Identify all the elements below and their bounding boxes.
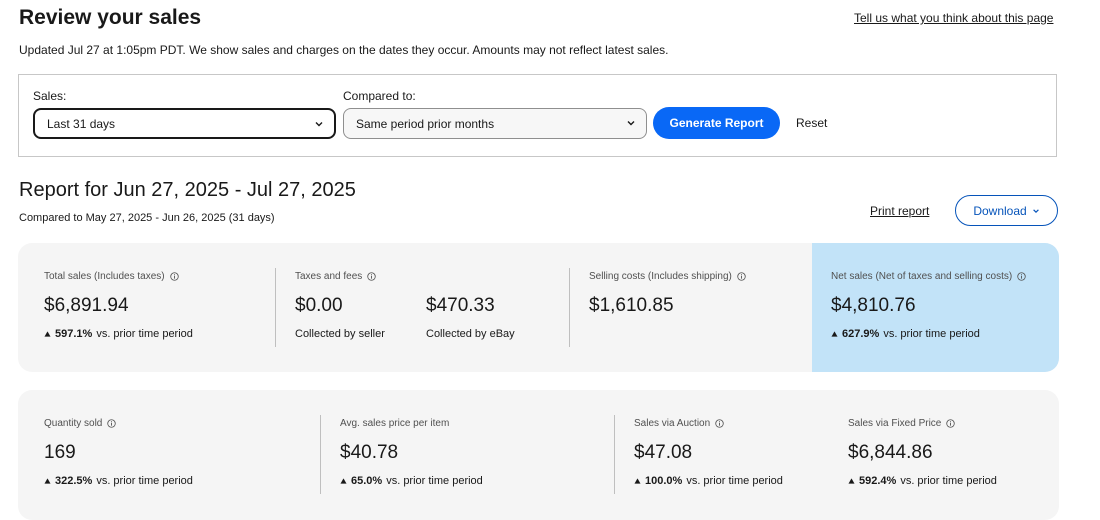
quantity-sold-change: 322.5% vs. prior time period: [44, 475, 193, 487]
up-triangle-icon: [634, 478, 641, 484]
total-sales-value: $6,891.94: [44, 295, 129, 316]
download-button[interactable]: Download: [955, 195, 1058, 226]
divider: [614, 415, 615, 494]
info-icon[interactable]: [946, 419, 956, 428]
auction-sales-change: 100.0% vs. prior time period: [634, 475, 783, 487]
generate-report-button[interactable]: Generate Report: [653, 107, 780, 139]
auction-sales-value: $47.08: [634, 442, 693, 463]
download-label: Download: [973, 203, 1027, 218]
reset-button[interactable]: Reset: [796, 116, 827, 130]
divider: [320, 415, 321, 494]
report-title: Report for Jun 27, 2025 - Jul 27, 2025: [19, 179, 356, 201]
compare-period-select[interactable]: Same period prior months: [343, 108, 647, 139]
up-triangle-icon: [44, 331, 51, 337]
seller-taxes-caption: Collected by seller: [295, 328, 385, 340]
divider: [569, 268, 570, 347]
print-report-link[interactable]: Print report: [870, 204, 929, 218]
fixed-price-sales-value: $6,844.86: [848, 442, 933, 463]
auction-sales-label: Sales via Auction: [634, 418, 724, 429]
info-icon[interactable]: [715, 419, 724, 428]
info-icon[interactable]: [107, 419, 117, 428]
net-sales-value: $4,810.76: [831, 295, 916, 316]
total-sales-label: Total sales (Includes taxes): [44, 271, 179, 282]
updated-note: Updated Jul 27 at 1:05pm PDT. We show sa…: [19, 43, 669, 57]
details-card: Quantity sold 169 322.5% vs. prior time …: [18, 390, 1059, 520]
page-title: Review your sales: [19, 6, 202, 29]
compared-range: Compared to May 27, 2025 - Jun 26, 2025 …: [19, 212, 275, 224]
info-icon[interactable]: [1017, 272, 1026, 281]
info-icon[interactable]: [367, 272, 376, 281]
sales-label: Sales:: [33, 89, 67, 103]
divider: [275, 268, 276, 347]
feedback-link[interactable]: Tell us what you think about this page: [854, 11, 1053, 25]
ebay-taxes-caption: Collected by eBay: [426, 328, 515, 340]
taxes-fees-label: Taxes and fees: [295, 271, 376, 282]
sales-period-select[interactable]: Last 31 days: [33, 108, 336, 139]
fixed-price-sales-label: Sales via Fixed Price: [848, 418, 956, 429]
chevron-down-icon: [627, 121, 635, 126]
selling-costs-label: Selling costs (Includes shipping): [589, 271, 746, 282]
fixed-price-sales-change: 592.4% vs. prior time period: [848, 475, 997, 487]
selling-costs-value: $1,610.85: [589, 295, 674, 316]
avg-price-value: $40.78: [340, 442, 399, 463]
summary-card: Total sales (Includes taxes) $6,891.94 5…: [18, 243, 1059, 372]
avg-price-label: Avg. sales price per item: [340, 418, 450, 429]
quantity-sold-value: 169: [44, 442, 76, 463]
up-triangle-icon: [340, 478, 347, 484]
up-triangle-icon: [44, 478, 51, 484]
info-icon[interactable]: [737, 272, 746, 281]
sales-period-value: Last 31 days: [47, 116, 116, 131]
compare-period-value: Same period prior months: [356, 116, 495, 131]
compare-label: Compared to:: [343, 89, 416, 103]
net-sales-change: 627.9% vs. prior time period: [831, 328, 980, 340]
quantity-sold-label: Quantity sold: [44, 418, 117, 429]
chevron-down-icon: [1032, 208, 1039, 213]
seller-taxes-value: $0.00: [295, 295, 343, 316]
total-sales-change: 597.1% vs. prior time period: [44, 328, 193, 340]
info-icon[interactable]: [169, 272, 179, 281]
filter-panel: Sales: Last 31 days Compared to: Same pe…: [18, 74, 1057, 157]
ebay-taxes-value: $470.33: [426, 295, 495, 316]
avg-price-change: 65.0% vs. prior time period: [340, 475, 483, 487]
up-triangle-icon: [848, 478, 855, 484]
net-sales-label: Net sales (Net of taxes and selling cost…: [831, 271, 1026, 282]
chevron-down-icon: [315, 122, 323, 127]
up-triangle-icon: [831, 331, 838, 337]
